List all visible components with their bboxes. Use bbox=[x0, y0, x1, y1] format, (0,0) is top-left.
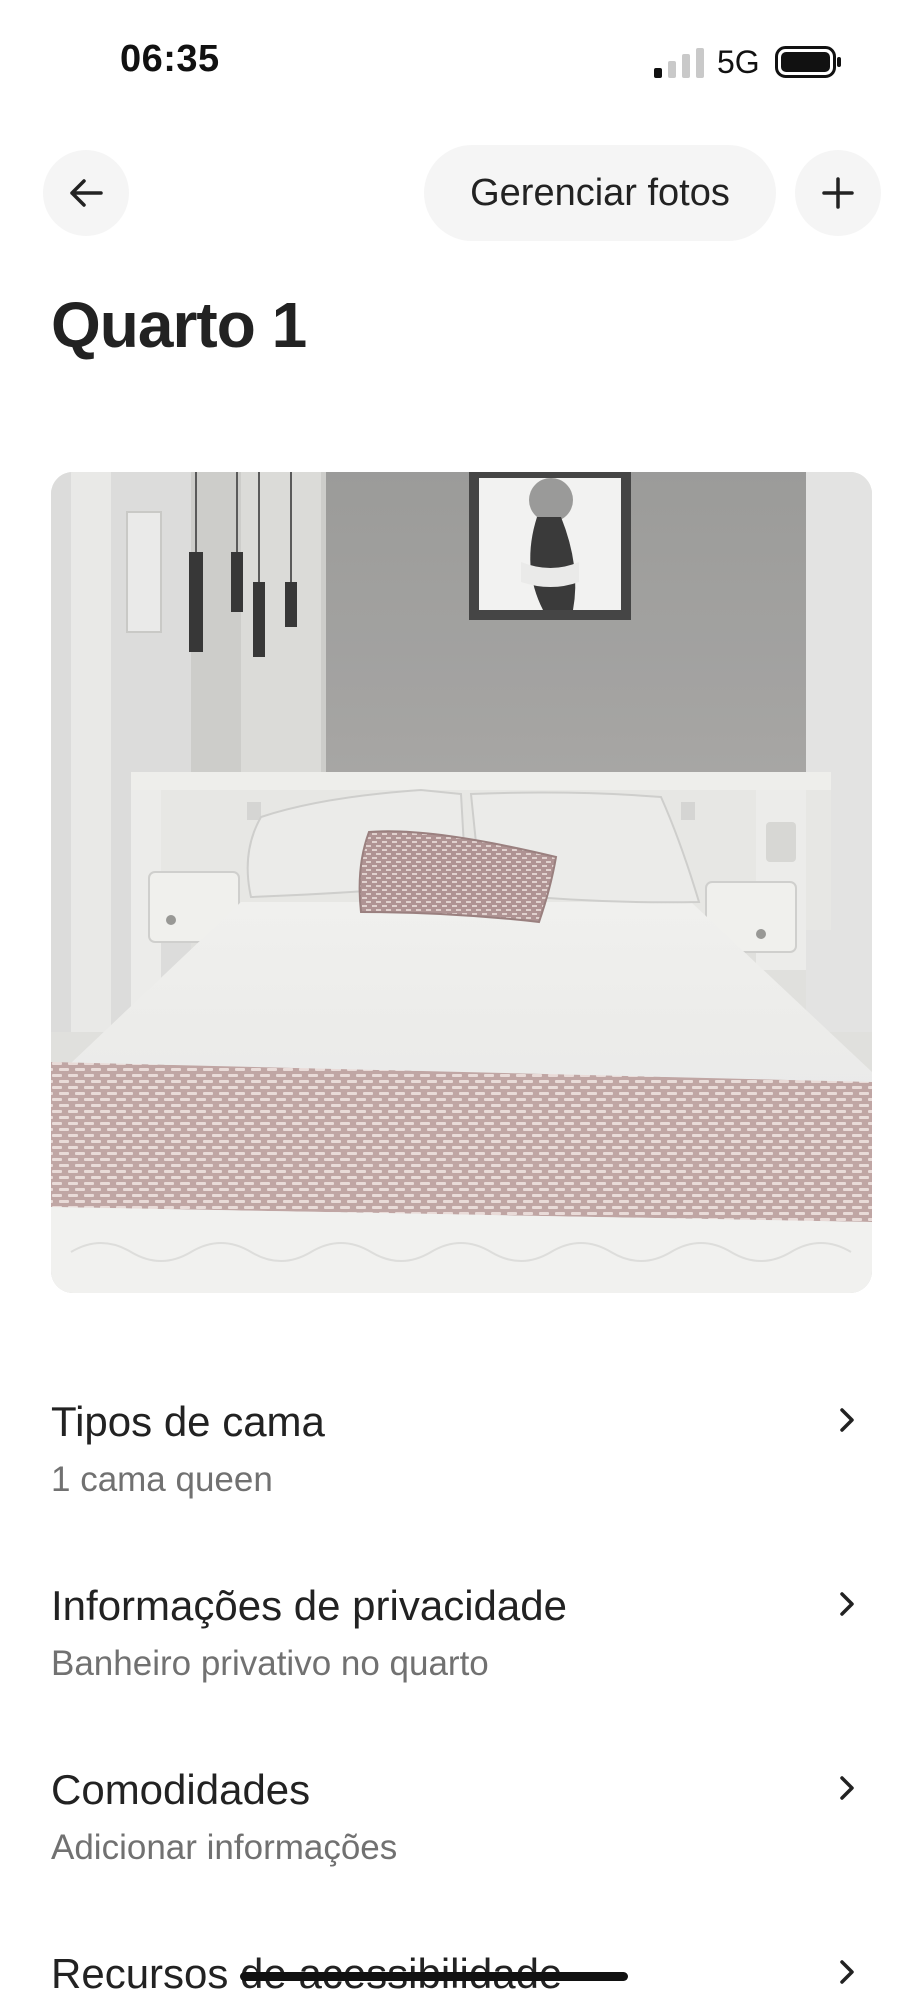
chevron-right-icon bbox=[840, 1960, 854, 1984]
plus-icon bbox=[822, 177, 854, 209]
status-time: 06:35 bbox=[120, 38, 220, 80]
list-item-subtitle: 1 cama queen bbox=[51, 1460, 273, 1499]
chevron-right-icon bbox=[840, 1408, 854, 1432]
chevron-right-icon bbox=[840, 1592, 854, 1616]
list-item-privacy-info[interactable]: Informações de privacidade Banheiro priv… bbox=[51, 1578, 872, 1688]
add-photo-button[interactable] bbox=[795, 150, 881, 236]
arrow-left-icon bbox=[70, 179, 103, 207]
list-item-title: Tipos de cama bbox=[51, 1398, 325, 1445]
signal-strength-icon bbox=[654, 48, 704, 78]
manage-photos-button[interactable]: Gerenciar fotos bbox=[424, 145, 776, 241]
bedroom-image bbox=[51, 472, 872, 1293]
room-photo[interactable] bbox=[51, 472, 872, 1293]
chevron-right-icon bbox=[840, 1776, 854, 1800]
network-type-label: 5G bbox=[717, 44, 760, 80]
list-item-title: Informações de privacidade bbox=[51, 1582, 567, 1629]
list-item-title: Comodidades bbox=[51, 1766, 311, 1813]
list-item-bed-types[interactable]: Tipos de cama 1 cama queen bbox=[51, 1394, 872, 1504]
status-bar: 06:35 5G bbox=[0, 0, 923, 120]
battery-icon bbox=[775, 46, 841, 78]
list-item-subtitle: Adicionar informações bbox=[51, 1828, 398, 1867]
list-item-subtitle: Banheiro privativo no quarto bbox=[51, 1644, 489, 1683]
list-item-amenities[interactable]: Comodidades Adicionar informações bbox=[51, 1762, 872, 1872]
redaction-stroke bbox=[240, 1972, 628, 1981]
page-title: Quarto 1 bbox=[51, 289, 307, 361]
back-button[interactable] bbox=[43, 150, 129, 236]
